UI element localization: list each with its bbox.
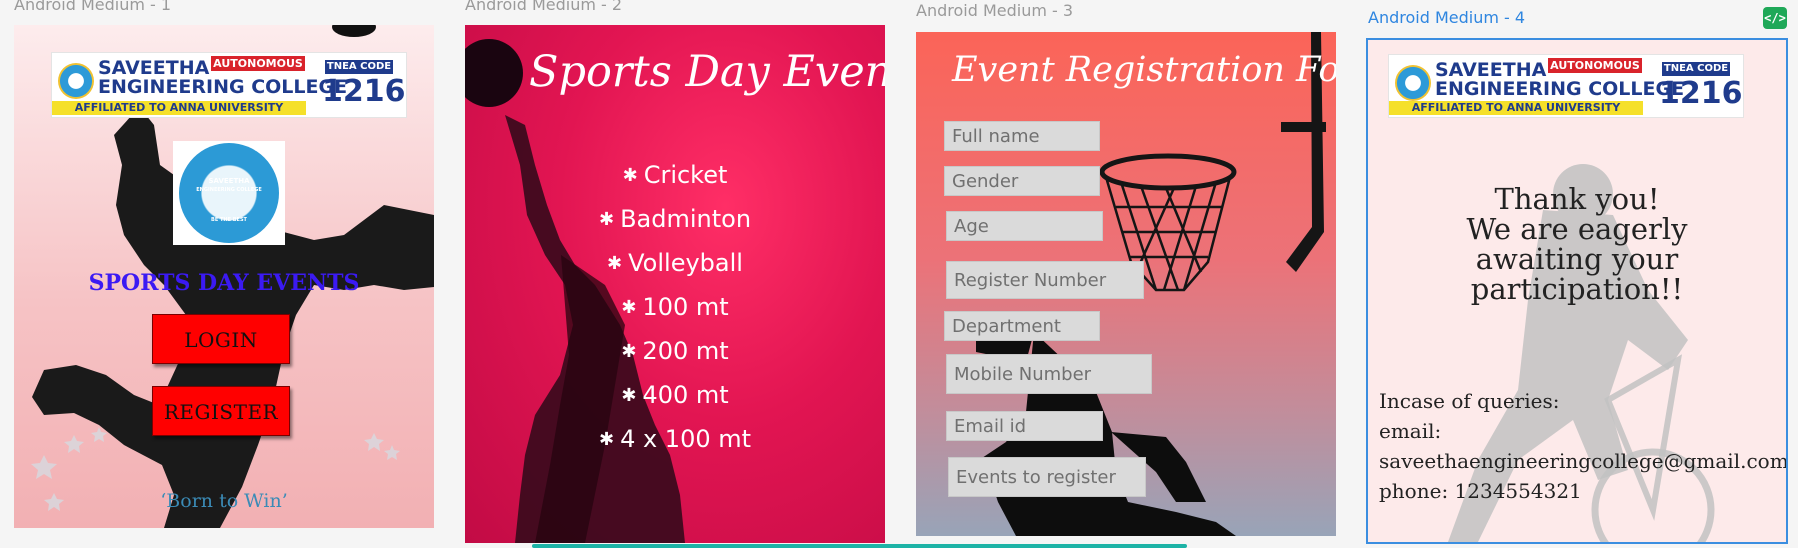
full-name-field[interactable]: Full name [944, 121, 1100, 151]
tnea-label: TNEA CODE [1662, 62, 1730, 76]
login-button[interactable]: LOGIN [152, 314, 290, 364]
thanks-line-4: participation!! [1470, 272, 1684, 306]
register-number-field[interactable]: Register Number [946, 261, 1144, 299]
sports-day-title: SPORTS DAY EVENTS [88, 270, 360, 296]
college-seal-icon [1395, 65, 1431, 101]
department-field[interactable]: Department [944, 311, 1100, 341]
tnea-label: TNEA CODE [325, 60, 393, 74]
thanks-line-2: We are eagerly [1466, 212, 1688, 246]
frame-label-1[interactable]: Android Medium - 1 [14, 0, 171, 14]
college-banner: SAVEETHA ENGINEERING COLLEGE AUTONOMOUS … [51, 52, 407, 118]
star-icon: ✱ [598, 429, 615, 450]
event-item-200mt: ✱ 200 mt [621, 337, 729, 365]
event-item-badminton: ✱ Badminton [598, 205, 752, 233]
event-item-400mt: ✱ 400 mt [621, 381, 729, 409]
college-name-line2: ENGINEERING COLLEGE [1435, 78, 1685, 101]
star-icon: ✱ [607, 253, 623, 274]
mobile-number-field[interactable]: Mobile Number [946, 354, 1152, 394]
star-icon: ✱ [622, 165, 638, 186]
star-icon: ✱ [621, 297, 637, 318]
emblem-line2: ENGINEERING COLLEGE [196, 187, 262, 193]
event-list: ✱ Cricket ✱ Badminton ✱ Volleyball ✱ 100 mt … [465, 153, 885, 461]
event-item-relay: ✱ 4 x 100 mt [598, 425, 752, 453]
contact-email-label: email: [1379, 419, 1442, 443]
thank-you-message: Thank you! We are eagerly awaiting your … [1368, 184, 1786, 304]
event-item-100mt: ✱ 100 mt [621, 293, 729, 321]
frame-label-4[interactable]: Android Medium - 4 [1368, 8, 1525, 27]
contact-phone: phone: 1234554321 [1379, 479, 1582, 503]
star-icon: ✱ [621, 341, 637, 362]
college-emblem: SAVEETHA ENGINEERING COLLEGE BE THE BEST [173, 141, 285, 245]
design-canvas: Android Medium - 1 Android Medium - 2 An… [0, 0, 1798, 548]
star-icon: ✱ [598, 209, 615, 230]
frame-android-medium-4[interactable]: SAVEETHA ENGINEERING COLLEGE AUTONOMOUS … [1366, 38, 1788, 544]
college-banner: SAVEETHA ENGINEERING COLLEGE AUTONOMOUS … [1388, 54, 1744, 118]
contact-info: Incase of queries: email: saveethaengine… [1379, 386, 1788, 506]
affiliation-strip: AFFILIATED TO ANNA UNIVERSITY [52, 101, 306, 115]
age-field[interactable]: Age [946, 211, 1103, 241]
emblem-line3: BE THE BEST [211, 217, 247, 223]
email-id-field[interactable]: Email id [946, 411, 1103, 441]
autonomous-badge: AUTONOMOUS [1548, 58, 1642, 73]
tnea-code: 1216 [1659, 76, 1743, 111]
event-item-volleyball: ✱ Volleyball [607, 249, 743, 277]
thanks-line-3: awaiting your [1475, 242, 1679, 276]
emblem-line1: SAVEETHA [208, 177, 250, 185]
autonomous-badge: AUTONOMOUS [211, 56, 305, 71]
college-seal-icon [58, 63, 94, 99]
registration-form-heading: Event Registration Form [952, 50, 1336, 90]
register-button[interactable]: REGISTER [152, 386, 290, 436]
thanks-line-1: Thank you! [1494, 182, 1660, 216]
events-to-register-field[interactable]: Events to register [948, 457, 1146, 497]
frame-android-medium-2[interactable]: Sports Day Events.. ✱Cricket ✱Badminton … [465, 25, 885, 543]
gender-field[interactable]: Gender [944, 166, 1100, 196]
frame-label-3[interactable]: Android Medium - 3 [916, 1, 1073, 20]
horizontal-scrollbar[interactable] [532, 544, 1187, 548]
frame-android-medium-1[interactable]: SAVEETHA ENGINEERING COLLEGE AUTONOMOUS … [14, 25, 434, 528]
affiliation-strip: AFFILIATED TO ANNA UNIVERSITY [1389, 101, 1643, 115]
event-item-cricket: ✱ Cricket [622, 161, 728, 189]
contact-heading: Incase of queries: [1379, 389, 1560, 413]
star-icon: ✱ [621, 385, 637, 406]
frame-android-medium-3[interactable]: Event Registration Form Full name Gender… [916, 32, 1336, 536]
frame-label-2[interactable]: Android Medium - 2 [465, 0, 622, 14]
emblem-seal-icon: SAVEETHA ENGINEERING COLLEGE BE THE BEST [179, 143, 279, 243]
tnea-code: 1216 [322, 74, 406, 109]
contact-email-value: saveethaengineeringcollege@gmail.com [1379, 449, 1788, 473]
sports-day-events-heading: Sports Day Events.. [529, 47, 885, 97]
slogan-text: ‘Born to Win’ [160, 490, 288, 512]
code-icon[interactable]: </> [1763, 7, 1787, 29]
college-name-line2: ENGINEERING COLLEGE [98, 76, 348, 99]
